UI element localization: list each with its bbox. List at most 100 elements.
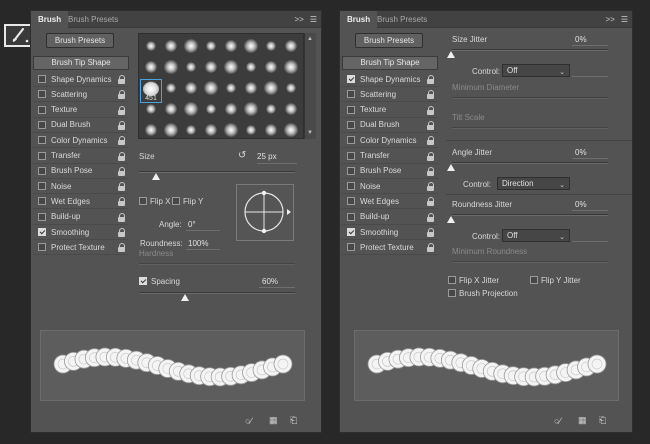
option-checkbox[interactable]: [347, 212, 355, 221]
option-transfer[interactable]: Transfer: [33, 149, 129, 164]
option-checkbox[interactable]: [38, 75, 46, 83]
option-checkbox[interactable]: [347, 197, 355, 206]
brush-tip-thumbnail[interactable]: [241, 57, 261, 77]
roundness-value[interactable]: 100%: [188, 239, 208, 248]
brush-tip-thumbnail[interactable]: [281, 36, 301, 56]
brush-tip-thumbnail[interactable]: [241, 36, 261, 56]
show-selected-brush-icon[interactable]: ▦: [578, 415, 587, 426]
brush-tip-thumbnail[interactable]: [201, 57, 221, 77]
option-scattering[interactable]: Scattering: [342, 87, 438, 103]
brush-tip-thumbnail[interactable]: [241, 78, 261, 98]
brush-tip-thumbnail[interactable]: [281, 57, 301, 77]
lock-icon[interactable]: [427, 105, 435, 115]
option-checkbox[interactable]: [347, 166, 355, 175]
panel-menu-icon[interactable]: ☰: [310, 15, 317, 24]
angle-roundness-widget[interactable]: [236, 184, 294, 241]
brush-tip-grid[interactable]: [138, 33, 304, 139]
brush-tip-thumbnail[interactable]: [221, 99, 241, 119]
brush-tip-thumbnail[interactable]: [221, 57, 241, 77]
brush-tip-shape-button[interactable]: Brush Tip Shape: [342, 56, 438, 70]
lock-icon[interactable]: [118, 228, 126, 237]
flip-y-checkbox[interactable]: [172, 197, 180, 205]
brush-tip-thumbnail[interactable]: [181, 78, 201, 98]
toggle-bristle-preview-icon[interactable]: ○∕: [245, 416, 252, 426]
brush-tip-thumbnail[interactable]: [201, 36, 221, 56]
size-jitter-thumb[interactable]: [447, 51, 455, 58]
lock-icon[interactable]: [118, 151, 126, 161]
brush-tip-thumbnail[interactable]: [261, 99, 281, 119]
create-new-brush-icon[interactable]: ⎗: [290, 415, 297, 426]
option-noise[interactable]: Noise: [342, 179, 438, 195]
option-smoothing[interactable]: Smoothing: [33, 225, 129, 240]
brush-tip-thumbnail[interactable]: [281, 120, 301, 138]
lock-icon[interactable]: [427, 151, 435, 161]
brush-tip-thumbnail[interactable]: [221, 78, 241, 98]
option-transfer[interactable]: Transfer: [342, 149, 438, 164]
option-checkbox[interactable]: [347, 151, 355, 160]
lock-icon[interactable]: [118, 136, 126, 146]
option-checkbox[interactable]: [347, 243, 355, 252]
option-checkbox[interactable]: [38, 228, 46, 236]
angle-jitter-value[interactable]: 0%: [575, 148, 587, 157]
brush-projection-checkbox[interactable]: [448, 289, 456, 297]
option-protect-texture[interactable]: Protect Texture: [342, 240, 438, 256]
brush-tip-thumbnail[interactable]: [261, 78, 281, 98]
option-smoothing[interactable]: Smoothing: [342, 225, 438, 240]
option-shape-dynamics[interactable]: Shape Dynamics: [342, 72, 438, 87]
lock-icon[interactable]: [118, 120, 126, 130]
option-checkbox[interactable]: [38, 151, 46, 160]
lock-icon[interactable]: [118, 197, 126, 207]
lock-icon[interactable]: [118, 182, 126, 192]
scroll-up-icon[interactable]: ▲: [307, 36, 313, 42]
lock-icon[interactable]: [118, 212, 126, 222]
flip-y-jitter-checkbox[interactable]: [530, 276, 538, 284]
spacing-slider-thumb[interactable]: [181, 294, 189, 301]
toggle-bristle-preview-icon[interactable]: ○∕: [554, 416, 561, 426]
lock-icon[interactable]: [427, 197, 435, 207]
lock-icon[interactable]: [427, 136, 435, 146]
option-checkbox[interactable]: [38, 182, 46, 191]
option-checkbox[interactable]: [347, 136, 355, 145]
brush-tip-thumbnail[interactable]: [161, 120, 181, 138]
brush-tip-thumbnail[interactable]: [201, 120, 221, 138]
collapse-icon[interactable]: >>: [605, 15, 614, 24]
brush-tip-thumbnail[interactable]: [181, 57, 201, 77]
control-select-1[interactable]: Off ⌄: [502, 64, 570, 77]
lock-icon[interactable]: [427, 75, 435, 84]
brush-tip-thumbnail[interactable]: [161, 57, 181, 77]
brush-tip-thumbnail[interactable]: [161, 78, 181, 98]
brush-tip-thumbnail[interactable]: [161, 36, 181, 56]
lock-icon[interactable]: [427, 243, 435, 253]
size-slider[interactable]: [139, 171, 295, 173]
brush-presets-button[interactable]: Brush Presets: [46, 33, 114, 48]
control-select-2[interactable]: Direction ⌄: [497, 177, 570, 190]
brush-tip-thumbnail[interactable]: [261, 120, 281, 138]
option-wet-edges[interactable]: Wet Edges: [33, 194, 129, 210]
option-checkbox[interactable]: [38, 136, 46, 145]
option-checkbox[interactable]: [347, 120, 355, 129]
size-slider-thumb[interactable]: [152, 173, 160, 180]
option-checkbox[interactable]: [38, 120, 46, 129]
show-selected-brush-icon[interactable]: ▦: [269, 415, 278, 426]
option-dual-brush[interactable]: Dual Brush: [33, 118, 129, 133]
brush-tip-thumbnail[interactable]: [241, 120, 261, 138]
lock-icon[interactable]: [427, 90, 435, 100]
lock-icon[interactable]: [427, 212, 435, 222]
size-jitter-value[interactable]: 0%: [575, 35, 587, 44]
option-checkbox[interactable]: [347, 90, 355, 99]
brush-tip-thumbnail[interactable]: [181, 120, 201, 138]
option-checkbox[interactable]: [38, 166, 46, 175]
option-brush-pose[interactable]: Brush Pose: [33, 164, 129, 179]
option-build-up[interactable]: Build-up: [33, 210, 129, 225]
lock-icon[interactable]: [427, 120, 435, 130]
option-scattering[interactable]: Scattering: [33, 87, 129, 103]
option-checkbox[interactable]: [38, 90, 46, 99]
option-brush-pose[interactable]: Brush Pose: [342, 164, 438, 179]
option-wet-edges[interactable]: Wet Edges: [342, 194, 438, 210]
brush-tip-thumbnail[interactable]: [221, 120, 241, 138]
option-build-up[interactable]: Build-up: [342, 210, 438, 225]
option-color-dynamics[interactable]: Color Dynamics: [342, 133, 438, 149]
brush-tip-thumbnail[interactable]: [261, 57, 281, 77]
brush-presets-button[interactable]: Brush Presets: [355, 33, 423, 48]
grid-scrollbar[interactable]: ▲ ▼: [304, 33, 316, 139]
